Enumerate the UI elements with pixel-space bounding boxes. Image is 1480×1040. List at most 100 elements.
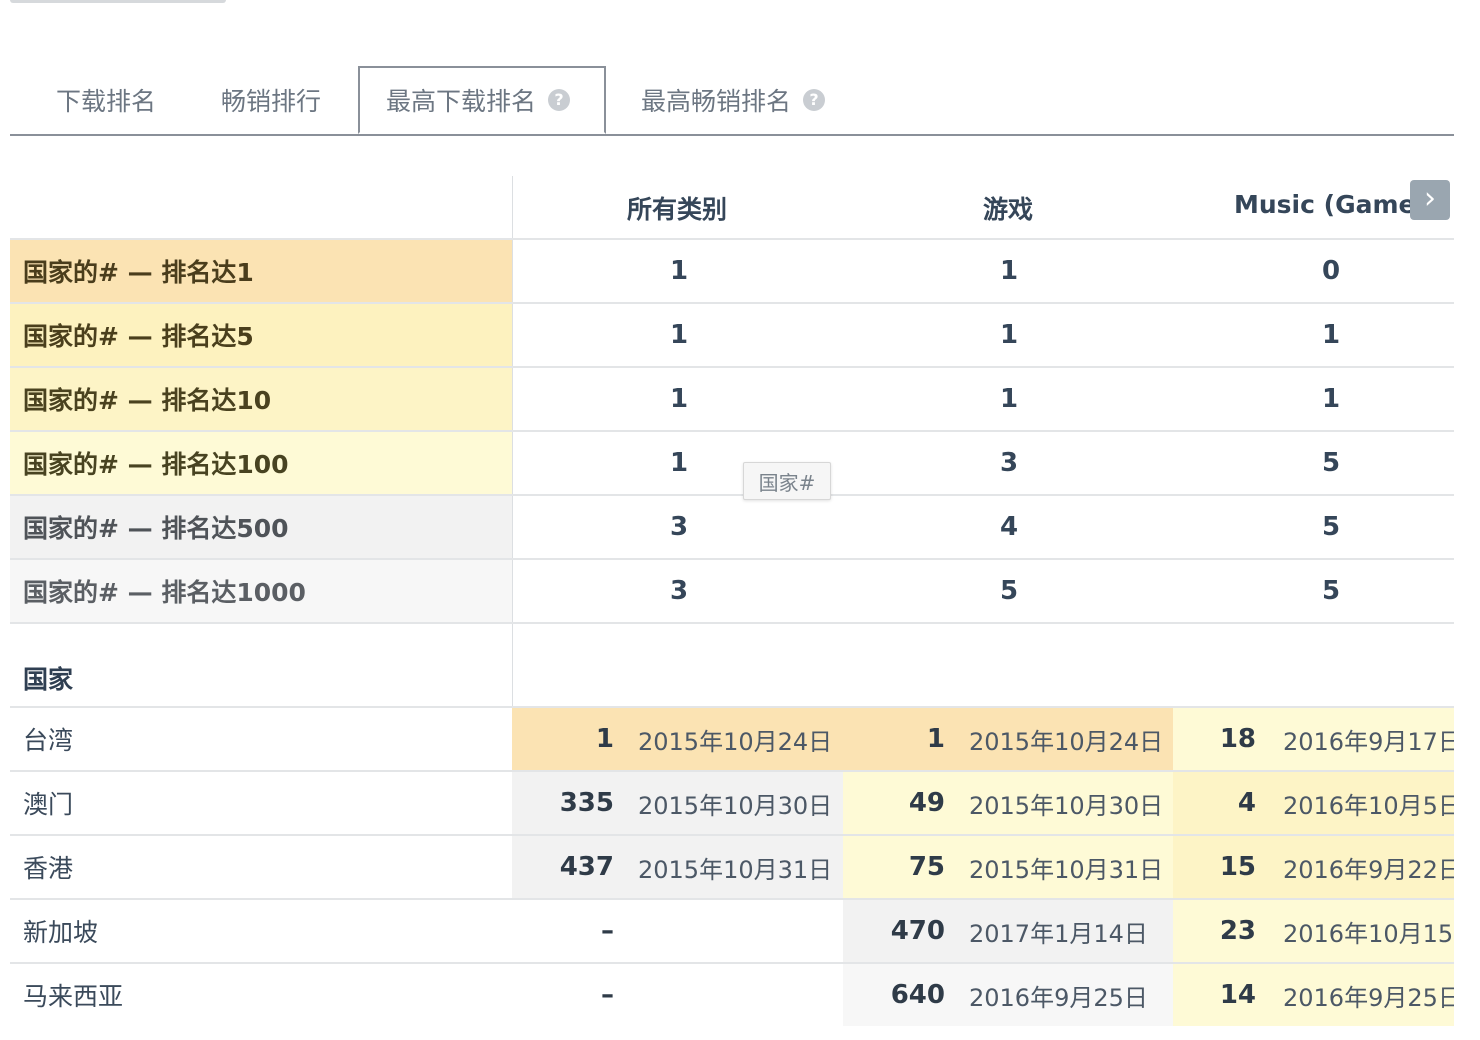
tab-download-rank[interactable]: 下载排名 (56, 66, 156, 134)
tab-highest-grossing-rank[interactable]: 最高畅销排名 ? (641, 66, 826, 134)
summary-value[interactable]: 5 (969, 560, 1049, 622)
tab-label: 下载排名 (56, 87, 157, 116)
summary-row-label[interactable]: 国家的# — 排名达10 (10, 368, 512, 430)
summary-value[interactable]: 1 (639, 432, 719, 494)
chevron-right-icon: › (1424, 181, 1436, 216)
rank-cell[interactable]: 1 2015年10月24日 (843, 708, 1173, 770)
rank-date: 2016年10月15日 (1283, 919, 1454, 948)
summary-value[interactable]: 3 (969, 432, 1049, 494)
rank-cell[interactable]: 49 2015年10月30日 (843, 772, 1173, 834)
rank-cell[interactable]: 15 2016年9月22日 (1173, 836, 1454, 898)
rank-cell[interactable]: 75 2015年10月31日 (843, 836, 1173, 898)
rank-date: 2015年10月24日 (969, 727, 1164, 756)
rank-cell[interactable]: 437 2015年10月31日 (512, 836, 843, 898)
summary-row: 国家的# — 排名达1 1 1 0 (10, 238, 1454, 302)
tab-top-grossing[interactable]: 畅销排行 (221, 66, 321, 134)
rank-date: 2015年10月24日 (638, 727, 833, 756)
rank-value: 49 (908, 788, 945, 818)
tab-label: 最高下载排名 (386, 87, 537, 116)
summary-value[interactable]: 3 (639, 560, 719, 622)
summary-value[interactable]: 1 (639, 304, 719, 366)
rank-date: 2017年1月14日 (969, 919, 1148, 948)
rank-cell[interactable]: 4 2016年10月5日 (1173, 772, 1454, 834)
rank-cell[interactable]: 14 2016年9月25日 (1173, 964, 1454, 1026)
rank-value: 15 (1219, 852, 1256, 882)
tabs-underline (10, 134, 1454, 136)
country-row[interactable]: 马来西亚 – 640 2016年9月25日 14 2016年9月25日 (10, 962, 1454, 1026)
summary-value[interactable]: 1 (1291, 304, 1371, 366)
rank-date: 2016年10月5日 (1283, 791, 1454, 820)
rank-date: 2016年9月17日 (1283, 727, 1454, 756)
tab-label: 畅销排行 (221, 87, 322, 116)
summary-row-label[interactable]: 国家的# — 排名达1 (10, 240, 512, 302)
country-row[interactable]: 新加坡 – 470 2017年1月14日 23 2016年10月15日 (10, 898, 1454, 962)
rank-value: 437 (559, 852, 614, 882)
rank-date: 2015年10月31日 (969, 855, 1164, 884)
rank-date: 2016年9月22日 (1283, 855, 1454, 884)
rank-cell[interactable]: 1 2015年10月24日 (512, 708, 843, 770)
rank-value: 18 (1219, 724, 1256, 754)
rank-date: 2016年9月25日 (1283, 983, 1454, 1012)
rank-value: 335 (559, 788, 614, 818)
column-header-all-categories[interactable]: 所有类别 (627, 190, 727, 226)
rank-value: 75 (908, 852, 945, 882)
summary-row-label[interactable]: 国家的# — 排名达5 (10, 304, 512, 366)
summary-row: 国家的# — 排名达5 1 1 1 (10, 302, 1454, 366)
summary-row: 国家的# — 排名达10 1 1 1 (10, 366, 1454, 430)
rank-cell[interactable]: 470 2017年1月14日 (843, 900, 1173, 962)
summary-row: 国家的# — 排名达500 3 4 5 (10, 494, 1454, 558)
tab-highest-download-rank[interactable]: 最高下载排名 ? (358, 66, 606, 134)
summary-value[interactable]: 1 (639, 240, 719, 302)
summary-value[interactable]: 4 (969, 496, 1049, 558)
column-header-music-games[interactable]: Music (Games (1234, 190, 1410, 219)
tab-label: 最高畅销排名 (641, 87, 792, 116)
summary-row: 国家的# — 排名达100 1 3 5 (10, 430, 1454, 494)
summary-row-label[interactable]: 国家的# — 排名达100 (10, 432, 512, 494)
help-icon[interactable]: ? (803, 89, 826, 111)
top-scroll-stub (10, 0, 226, 3)
rank-date: 2016年9月25日 (969, 983, 1148, 1012)
column-header-games[interactable]: 游戏 (983, 190, 1033, 226)
next-columns-button[interactable]: › (1410, 180, 1450, 220)
summary-bottom-border (10, 622, 1454, 624)
country-name[interactable]: 马来西亚 (23, 964, 123, 1026)
summary-value[interactable]: 5 (1291, 432, 1371, 494)
rank-value: 23 (1219, 916, 1256, 946)
summary-row-label[interactable]: 国家的# — 排名达1000 (10, 560, 512, 622)
country-name[interactable]: 澳门 (23, 772, 73, 834)
rank-value: 1 (926, 724, 945, 754)
summary-row: 国家的# — 排名达1000 3 5 5 (10, 558, 1454, 622)
country-row[interactable]: 香港 437 2015年10月31日 75 2015年10月31日 15 2016年9月22… (10, 834, 1454, 898)
summary-value[interactable]: 0 (1291, 240, 1371, 302)
summary-value[interactable]: 1 (969, 368, 1049, 430)
country-row[interactable]: 台湾 1 2015年10月24日 1 2015年10月24日 18 2016年9月17日 (10, 706, 1454, 770)
summary-value[interactable]: 5 (1291, 496, 1371, 558)
summary-value[interactable]: 1 (1291, 368, 1371, 430)
country-name[interactable]: 香港 (23, 836, 73, 898)
rank-cell[interactable]: – (512, 964, 843, 1026)
rank-value: 470 (890, 916, 945, 946)
ranking-tabs: 下载排名 畅销排行 最高下载排名 ? 最高畅销排名 ? (10, 66, 1454, 136)
rank-value: 640 (890, 980, 945, 1010)
country-name[interactable]: 台湾 (23, 708, 73, 770)
rank-value: – (601, 916, 614, 946)
rank-cell[interactable]: 23 2016年10月15日 (1173, 900, 1454, 962)
summary-value[interactable]: 1 (969, 240, 1049, 302)
rank-cell[interactable]: 640 2016年9月25日 (843, 964, 1173, 1026)
summary-value[interactable]: 5 (1291, 560, 1371, 622)
country-row[interactable]: 澳门 335 2015年10月30日 49 2015年10月30日 4 2016年10月5日 (10, 770, 1454, 834)
summary-row-label[interactable]: 国家的# — 排名达500 (10, 496, 512, 558)
country-name[interactable]: 新加坡 (23, 900, 98, 962)
rank-value: 4 (1237, 788, 1256, 818)
rank-date: 2015年10月30日 (969, 791, 1164, 820)
tooltip: 国家# (743, 462, 831, 500)
summary-value[interactable]: 3 (639, 496, 719, 558)
help-icon[interactable]: ? (548, 89, 571, 111)
rank-cell[interactable]: 18 2016年9月17日 (1173, 708, 1454, 770)
rank-cell[interactable]: – (512, 900, 843, 962)
rank-cell[interactable]: 335 2015年10月30日 (512, 772, 843, 834)
summary-value[interactable]: 1 (639, 368, 719, 430)
rank-value: 14 (1219, 980, 1256, 1010)
summary-value[interactable]: 1 (969, 304, 1049, 366)
section-title-countries: 国家 (23, 665, 74, 694)
